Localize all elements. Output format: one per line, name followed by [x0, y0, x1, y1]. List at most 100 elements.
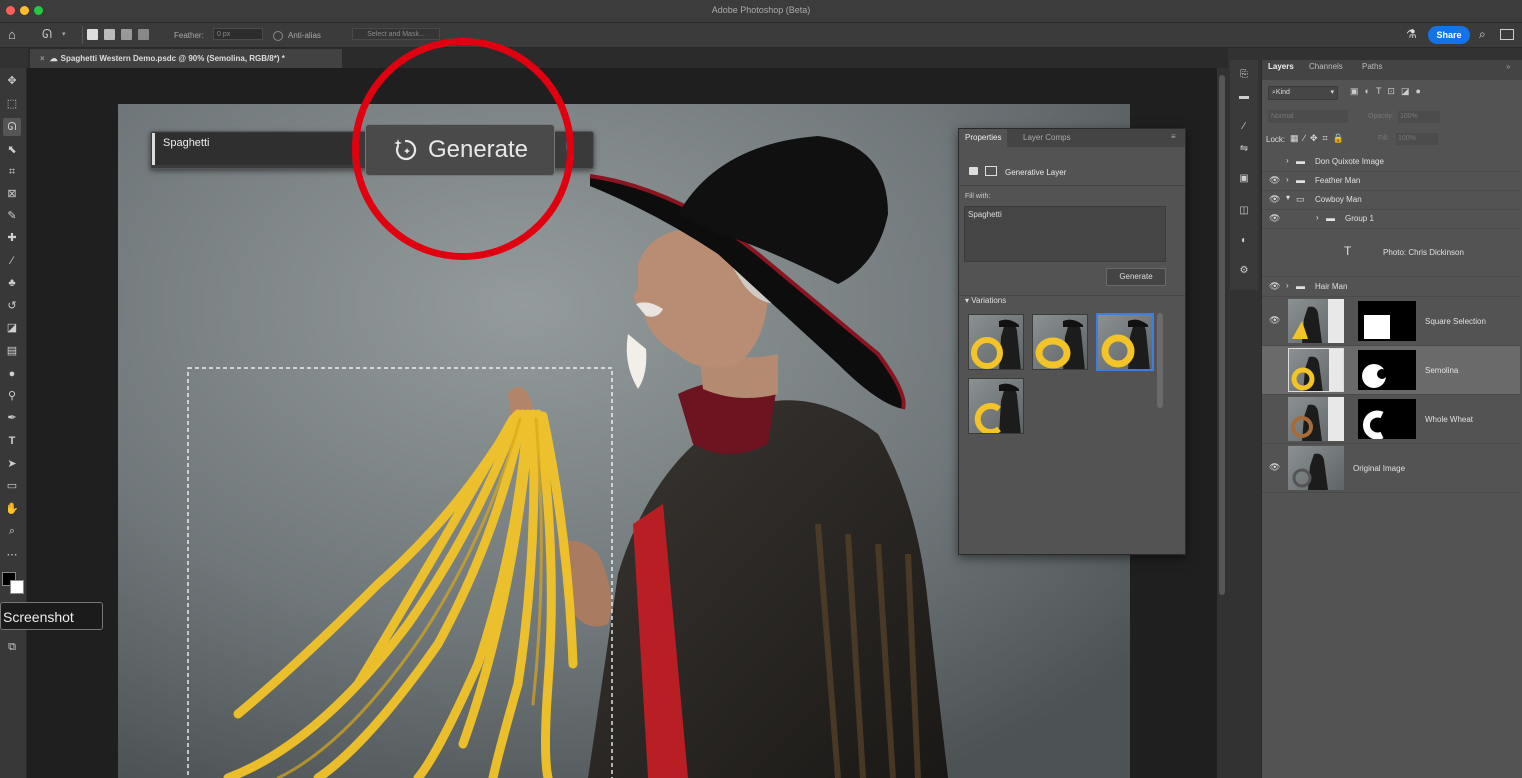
blur-tool-icon[interactable]: ● [3, 365, 21, 383]
layer-row[interactable]: T Photo: Chris Dickinson [1262, 228, 1520, 277]
layer-row[interactable]: 👁 › ▬ Group 1 [1262, 209, 1520, 229]
search-icon[interactable]: ⌕ [1479, 27, 1486, 42]
image-panel-icon[interactable]: ◫ [1235, 202, 1253, 220]
tab-paths[interactable]: Paths [1362, 62, 1382, 71]
screen-mode-icon[interactable]: ⧉ [3, 638, 21, 656]
variation-thumbnail[interactable] [968, 378, 1024, 434]
layer-mask-thumbnail[interactable] [1358, 399, 1416, 439]
tab-channels[interactable]: Channels [1309, 62, 1343, 71]
fill-with-textarea[interactable]: Spaghetti [964, 206, 1166, 262]
layer-row[interactable]: 👁 › ▬ Hair Man [1262, 277, 1520, 297]
workspace-icon[interactable] [1500, 29, 1514, 40]
flask-icon[interactable]: ⚗ [1406, 27, 1417, 41]
marquee-tool-icon[interactable]: ⬚ [3, 95, 21, 113]
variations-section[interactable]: ▾ Variations [965, 296, 1006, 305]
subtract-selection-button[interactable] [121, 29, 132, 40]
opacity-input[interactable]: 100% [1398, 111, 1440, 123]
eraser-tool-icon[interactable]: ◪ [3, 319, 21, 337]
chevron-down-icon[interactable]: ▾ [62, 30, 66, 38]
new-selection-button[interactable] [87, 29, 98, 40]
tab-layers[interactable]: Layers [1268, 62, 1294, 71]
layer-mask-thumbnail[interactable] [1358, 301, 1416, 341]
healing-brush-tool-icon[interactable]: ✚ [3, 229, 21, 247]
close-tab-icon[interactable]: × [40, 54, 45, 63]
collapse-panel-icon[interactable]: » [1506, 62, 1510, 71]
brush-tool-icon[interactable]: ∕ [3, 252, 21, 270]
canvas-vertical-scrollbar[interactable] [1219, 75, 1225, 595]
chevron-down-icon[interactable]: ▾ [1286, 193, 1290, 202]
layer-row[interactable]: 👁 › ▬ Feather Man [1262, 171, 1520, 191]
visibility-eye-icon[interactable]: 👁 [1269, 213, 1280, 224]
pen-tool-icon[interactable]: ✒ [3, 409, 21, 427]
object-selection-tool-icon[interactable]: ⬉ [3, 141, 21, 159]
share-button[interactable]: Share [1428, 26, 1470, 44]
layer-filter-select[interactable]: ⌕Kind ▾ [1268, 86, 1338, 100]
libraries-panel-icon[interactable]: ▣ [1235, 170, 1253, 188]
generative-layer-icon [969, 167, 978, 175]
lasso-tool-preset-icon[interactable]: ᘏ [42, 27, 52, 42]
layer-row[interactable]: 👁 ▾ ▭ Cowboy Man [1262, 190, 1520, 210]
lock-icons[interactable]: ▦∕✥⌗🔒 [1290, 133, 1349, 144]
layer-row-selected[interactable]: Semolina [1262, 346, 1520, 395]
add-selection-button[interactable] [104, 29, 115, 40]
variation-thumbnail[interactable] [1032, 314, 1088, 370]
visibility-eye-icon[interactable]: 👁 [1269, 194, 1280, 205]
fill-input[interactable]: 100% [1396, 133, 1438, 145]
move-tool-icon[interactable]: ✥ [3, 72, 21, 90]
variations-scrollbar[interactable] [1157, 313, 1163, 408]
layer-row[interactable]: 👁 Square Selection [1262, 297, 1520, 346]
intersect-selection-button[interactable] [138, 29, 149, 40]
history-brush-tool-icon[interactable]: ↺ [3, 297, 21, 315]
home-icon[interactable]: ⌂ [8, 27, 16, 42]
lasso-tool-icon[interactable]: ᘏ [3, 118, 21, 136]
clone-stamp-tool-icon[interactable]: ♣ [3, 274, 21, 292]
brush-settings-icon[interactable]: ∕ [1235, 118, 1253, 136]
chevron-right-icon[interactable]: › [1286, 175, 1289, 184]
gradient-tool-icon[interactable]: ▤ [3, 342, 21, 360]
select-and-mask-button[interactable]: Select and Mask... [352, 28, 440, 40]
visibility-eye-icon[interactable]: 👁 [1269, 315, 1280, 326]
learn-panel-icon[interactable]: ⚙ [1235, 262, 1253, 280]
eyedropper-tool-icon[interactable]: ✎ [3, 207, 21, 225]
variation-thumbnail[interactable] [968, 314, 1024, 370]
rectangle-tool-icon[interactable]: ▭ [3, 477, 21, 495]
layer-mask-thumbnail[interactable] [1358, 350, 1416, 390]
generative-prompt-input[interactable]: Spaghetti [152, 133, 352, 165]
visibility-eye-icon[interactable]: 👁 [1269, 175, 1280, 186]
chevron-right-icon[interactable]: › [1316, 213, 1319, 222]
blend-mode-select[interactable]: Normal [1268, 110, 1348, 123]
visibility-eye-icon[interactable]: 👁 [1269, 462, 1280, 473]
more-tools-icon[interactable]: ⋯ [3, 546, 21, 564]
anti-alias-checkbox[interactable] [273, 31, 283, 41]
title-bar: Adobe Photoshop (Beta) [0, 0, 1522, 23]
history-panel-icon[interactable]: ⎘ [1235, 66, 1253, 84]
app-title: Adobe Photoshop (Beta) [711, 5, 811, 15]
adjustments-icon[interactable]: ⇋ [1235, 140, 1253, 158]
panel-menu-icon[interactable]: ≡ [1171, 132, 1176, 141]
color-panel-icon[interactable]: ◐ [1235, 232, 1253, 250]
visibility-eye-icon[interactable]: 👁 [1269, 281, 1280, 292]
hand-tool-icon[interactable]: ✋ [3, 500, 21, 518]
tab-layer-comps[interactable]: Layer Comps [1017, 129, 1077, 147]
crop-tool-icon[interactable]: ⌗ [3, 163, 21, 181]
variation-thumbnail-selected[interactable] [1096, 313, 1154, 371]
zoom-tool-icon[interactable]: ⌕ [3, 522, 21, 540]
chevron-right-icon[interactable]: › [1286, 156, 1289, 165]
layer-thumbnail [1288, 397, 1344, 441]
layer-row[interactable]: Whole Wheat [1262, 395, 1520, 444]
tab-properties[interactable]: Properties [959, 129, 1008, 147]
frame-tool-icon[interactable]: ⊠ [3, 185, 21, 203]
properties-generate-button[interactable]: Generate [1106, 268, 1166, 286]
feather-input[interactable]: 0 px [213, 28, 263, 40]
path-selection-tool-icon[interactable]: ➤ [3, 455, 21, 473]
document-tab[interactable]: × ☁ Spaghetti Western Demo.psdc @ 90% (Sem… [30, 49, 342, 68]
type-tool-icon[interactable]: T [3, 432, 21, 450]
dodge-tool-icon[interactable]: ⚲ [3, 387, 21, 405]
layer-row[interactable]: 👁 Original Image [1262, 444, 1520, 493]
comments-panel-icon[interactable]: ▬ [1235, 88, 1253, 106]
layer-filter-icons[interactable]: ▣◐T⊡◪● [1350, 86, 1427, 97]
layer-name: Cowboy Man [1315, 195, 1362, 204]
background-color-swatch[interactable] [10, 580, 24, 594]
layer-row[interactable]: › ▬ Don Quixote Image [1262, 152, 1520, 172]
chevron-right-icon[interactable]: › [1286, 281, 1289, 290]
